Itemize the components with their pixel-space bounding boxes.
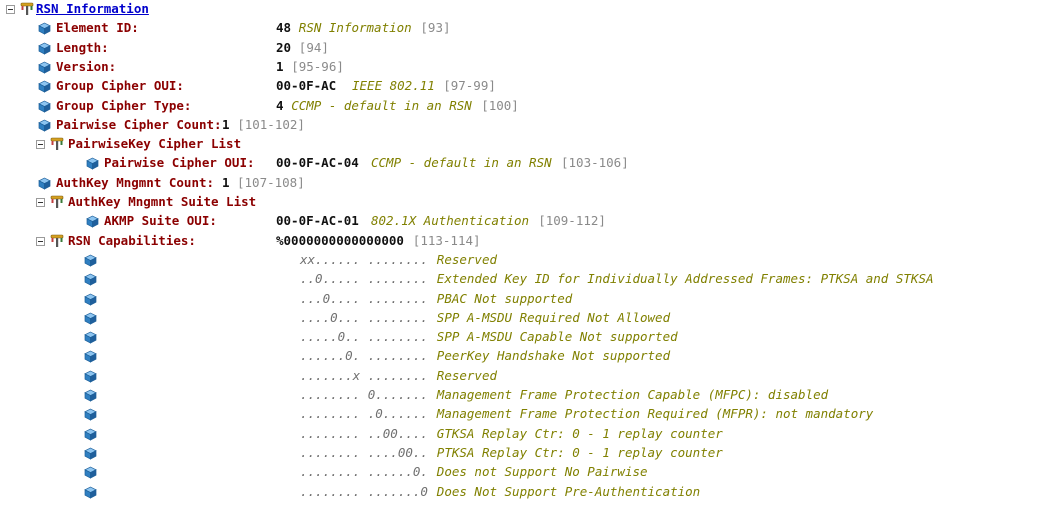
tree-node-icon xyxy=(20,2,34,15)
tree-node-icon xyxy=(50,137,64,151)
cube-icon xyxy=(84,389,97,402)
field-description: CCMP - default in an RSN xyxy=(371,155,552,171)
cube-icon xyxy=(38,177,51,190)
bit-description: PTKSA Replay Ctr: 0 - 1 replay counter xyxy=(436,444,723,460)
field-value: 00-0F-AC xyxy=(276,78,337,94)
field-byte-range: [93] xyxy=(420,20,451,36)
field-value: 4 xyxy=(276,97,284,113)
bit-description: Extended Key ID for Individually Address… xyxy=(436,271,934,287)
bit-description: Reserved xyxy=(436,367,498,383)
cube-icon xyxy=(38,119,51,132)
field-description: IEEE 802.11 xyxy=(352,78,435,94)
field-label: Version: xyxy=(56,58,117,74)
bit-pattern: ........ .......0 xyxy=(300,483,428,499)
cube-icon xyxy=(84,428,97,441)
field-byte-range: [100] xyxy=(481,97,519,113)
field-value: 1 xyxy=(276,58,284,74)
field-description: 802.1X Authentication xyxy=(371,213,530,229)
field-label: Element ID: xyxy=(56,20,139,36)
bit-description: PBAC Not supported xyxy=(436,290,573,306)
bit-pattern: .....0.. ........ xyxy=(300,329,428,345)
field-value: 1 xyxy=(222,116,230,132)
bit-pattern: ......0. ........ xyxy=(300,348,428,364)
bit-description: Management Frame Protection Capable (MFP… xyxy=(436,387,829,402)
cube-icon xyxy=(84,331,97,344)
bit-description: Does not Support No Pairwise xyxy=(436,464,648,480)
field-label: Length: xyxy=(56,39,109,55)
bit-pattern: xx...... ........ xyxy=(300,251,428,267)
field-description: RSN Information xyxy=(298,20,412,36)
field-byte-range: [113-114] xyxy=(412,232,481,248)
bit-pattern: ..0..... ........ xyxy=(300,271,428,287)
cube-icon xyxy=(84,312,97,325)
cube-icon xyxy=(38,22,51,35)
field-label: AuthKey Mngmnt Count: xyxy=(56,174,215,190)
cube-icon xyxy=(84,447,97,460)
rsn-information-link[interactable]: RSN Information xyxy=(36,0,149,18)
field-label: Group Cipher OUI: xyxy=(56,78,184,94)
cube-icon xyxy=(84,273,97,286)
cube-icon xyxy=(38,61,51,74)
cube-icon xyxy=(84,350,97,363)
cube-icon xyxy=(84,370,97,383)
cube-icon xyxy=(38,100,51,113)
cube-icon xyxy=(84,254,97,267)
field-value: 1 xyxy=(222,174,230,190)
tree-node-icon xyxy=(50,195,64,208)
field-label: AKMP Suite OUI: xyxy=(104,213,217,229)
collapse-rsn-information-toggle[interactable] xyxy=(6,5,15,14)
bit-pattern: ........ .0...... xyxy=(300,406,428,422)
bit-description: SPP A-MSDU Required Not Allowed xyxy=(436,309,671,325)
bit-pattern: ...0.... ........ xyxy=(300,290,428,306)
field-value: 20 xyxy=(276,39,292,55)
field-byte-range: [101-102] xyxy=(237,116,305,132)
field-byte-range: [103-106] xyxy=(561,155,629,171)
field-byte-range: [94] xyxy=(298,39,329,55)
field-value: 00-0F-AC-01 xyxy=(276,213,359,229)
group-label: AuthKey Mngmnt Suite List xyxy=(68,194,257,209)
bit-description: SPP A-MSDU Capable Not supported xyxy=(436,329,678,345)
bit-pattern: ........ ....00.. xyxy=(300,444,428,460)
field-value: 00-0F-AC-04 xyxy=(276,155,359,171)
field-label: Pairwise Cipher OUI: xyxy=(104,155,255,171)
cube-icon xyxy=(38,42,51,55)
bit-description: Does Not Support Pre-Authentication xyxy=(436,483,701,499)
bit-pattern: ........ ..00.... xyxy=(300,425,428,441)
cube-icon xyxy=(86,157,99,170)
bit-description: PeerKey Handshake Not supported xyxy=(436,348,671,364)
collapse-akm-suite-list-toggle[interactable] xyxy=(36,198,45,207)
bit-pattern: ....0... ........ xyxy=(300,309,428,325)
bit-pattern: .......x ........ xyxy=(300,367,428,383)
cube-icon xyxy=(86,215,99,228)
field-byte-range: [95-96] xyxy=(291,58,344,74)
bit-pattern: ........ ......0. xyxy=(300,464,428,480)
collapse-rsn-capabilities-toggle[interactable] xyxy=(36,236,45,246)
cube-icon xyxy=(84,486,97,499)
field-value: %0000000000000000 xyxy=(276,232,404,248)
tree-node-icon xyxy=(50,234,64,247)
field-label: Pairwise Cipher Count: xyxy=(56,116,222,132)
cube-icon xyxy=(84,293,97,306)
cube-icon xyxy=(84,466,97,479)
cube-icon xyxy=(38,80,51,93)
bit-description: Reserved xyxy=(436,251,498,267)
bit-pattern: ........ 0....... xyxy=(300,387,428,402)
field-description: CCMP - default in an RSN xyxy=(291,97,472,113)
collapse-pairwise-list-toggle[interactable] xyxy=(36,140,45,150)
field-byte-range: [109-112] xyxy=(538,213,606,229)
field-byte-range: [107-108] xyxy=(237,174,305,190)
bit-description: GTKSA Replay Ctr: 0 - 1 replay counter xyxy=(436,425,723,441)
field-label: Group Cipher Type: xyxy=(56,97,192,113)
field-value: 48 xyxy=(276,20,292,36)
group-label: RSN Capabilities: xyxy=(68,232,196,248)
cube-icon xyxy=(84,408,97,421)
bit-description: Management Frame Protection Required (MF… xyxy=(436,406,874,422)
group-label: PairwiseKey Cipher List xyxy=(68,136,242,152)
field-byte-range: [97-99] xyxy=(443,78,496,94)
